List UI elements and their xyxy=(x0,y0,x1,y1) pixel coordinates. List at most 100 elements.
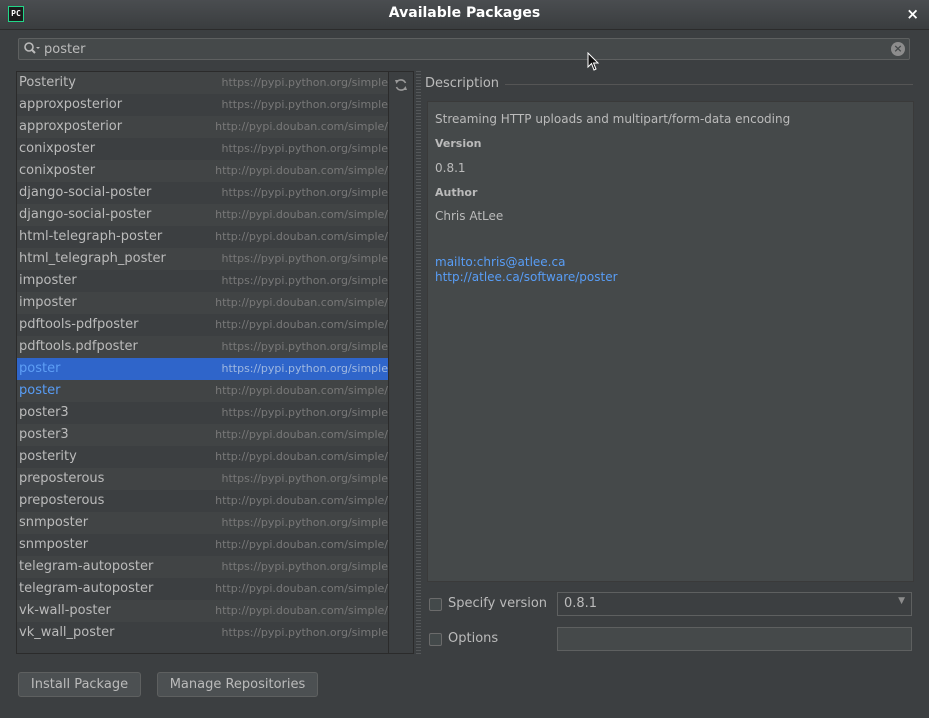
package-name: pdftools-pdfposter xyxy=(19,317,139,332)
package-repository: http://pypi.douban.com/simple/ xyxy=(215,164,388,177)
package-row[interactable]: imposter https://pypi.python.org/simple xyxy=(17,270,388,292)
description-header: Description xyxy=(425,76,500,91)
package-repository: https://pypi.python.org/simple xyxy=(221,560,389,573)
package-row[interactable]: posterity http://pypi.douban.com/simple/ xyxy=(17,446,388,468)
package-repository: http://pypi.douban.com/simple/ xyxy=(215,428,388,441)
list-toolbar xyxy=(389,71,414,654)
package-row[interactable]: telegram-autoposter http://pypi.douban.co… xyxy=(17,578,388,600)
search-icon[interactable] xyxy=(23,41,41,57)
package-row[interactable]: snmposter http://pypi.douban.com/simple/ xyxy=(17,534,388,556)
version-dropdown[interactable]: 0.8.1 ▼ xyxy=(557,592,912,616)
package-row[interactable]: imposter http://pypi.douban.com/simple/ xyxy=(17,292,388,314)
package-repository: http://pypi.douban.com/simple/ xyxy=(215,384,388,397)
package-row[interactable]: poster3 https://pypi.python.org/simple xyxy=(17,402,388,424)
package-row[interactable]: approxposterior http://pypi.douban.com/si… xyxy=(17,116,388,138)
package-repository: http://pypi.douban.com/simple/ xyxy=(215,450,388,463)
package-name: approxposterior xyxy=(19,97,123,112)
package-repository: https://pypi.python.org/simple xyxy=(221,186,389,199)
package-repository: http://pypi.douban.com/simple/ xyxy=(215,120,388,133)
package-repository: https://pypi.python.org/simple xyxy=(221,340,389,353)
package-name: poster xyxy=(19,361,61,376)
install-package-button[interactable]: Install Package xyxy=(18,672,141,697)
homepage-link[interactable]: http://atlee.ca/software/poster xyxy=(435,270,618,284)
package-row[interactable]: telegram-autoposter https://pypi.python.o… xyxy=(17,556,388,578)
title-bar: PC Available Packages × xyxy=(0,0,929,30)
options-label: Options xyxy=(448,631,499,646)
package-name: imposter xyxy=(19,295,77,310)
package-repository: https://pypi.python.org/simple xyxy=(221,362,389,375)
version-label: Version xyxy=(435,137,482,150)
package-name: conixposter xyxy=(19,163,96,178)
package-name: vk-wall-poster xyxy=(19,603,111,618)
package-row[interactable]: Posterity https://pypi.python.org/simple xyxy=(17,72,388,94)
package-summary: Streaming HTTP uploads and multipart/for… xyxy=(435,112,791,126)
version-value: 0.8.1 xyxy=(435,161,466,175)
package-row[interactable]: vk-wall-poster http://pypi.douban.com/sim… xyxy=(17,600,388,622)
options-checkbox[interactable] xyxy=(429,633,442,646)
package-name: posterity xyxy=(19,449,77,464)
package-name: snmposter xyxy=(19,515,89,530)
package-name: Posterity xyxy=(19,75,76,90)
package-row[interactable]: vk_wall_poster https://pypi.python.org/si… xyxy=(17,622,388,644)
package-repository: http://pypi.douban.com/simple/ xyxy=(215,208,388,221)
package-row[interactable]: html_telegraph_poster https://pypi.python… xyxy=(17,248,388,270)
package-repository: http://pypi.douban.com/simple/ xyxy=(215,538,388,551)
mouse-cursor-icon xyxy=(587,52,600,71)
package-row[interactable]: pdftools-pdfposter http://pypi.douban.com… xyxy=(17,314,388,336)
package-row[interactable]: conixposter http://pypi.douban.com/simple… xyxy=(17,160,388,182)
package-repository: http://pypi.douban.com/simple/ xyxy=(215,582,388,595)
package-repository: http://pypi.douban.com/simple/ xyxy=(215,230,388,243)
clear-search-icon[interactable]: × xyxy=(891,42,905,56)
package-repository: https://pypi.python.org/simple xyxy=(221,626,389,639)
package-name: pdftools.pdfposter xyxy=(19,339,138,354)
description-separator xyxy=(505,84,913,85)
package-row[interactable]: conixposter https://pypi.python.org/simpl… xyxy=(17,138,388,160)
description-panel: Streaming HTTP uploads and multipart/for… xyxy=(427,101,914,582)
package-name: snmposter xyxy=(19,537,89,552)
package-row[interactable]: html-telegraph-poster http://pypi.douban.… xyxy=(17,226,388,248)
author-label: Author xyxy=(435,186,478,199)
manage-repositories-button[interactable]: Manage Repositories xyxy=(157,672,318,697)
panel-splitter[interactable] xyxy=(416,71,421,654)
search-input[interactable] xyxy=(44,40,884,58)
package-name: django-social-poster xyxy=(19,207,152,222)
specify-version-checkbox[interactable] xyxy=(429,598,442,611)
package-row[interactable]: preposterous https://pypi.python.org/simp… xyxy=(17,468,388,490)
package-name: vk_wall_poster xyxy=(19,625,115,640)
options-input[interactable] xyxy=(557,627,912,651)
package-repository: https://pypi.python.org/simple xyxy=(221,142,389,155)
close-icon[interactable]: × xyxy=(906,5,919,23)
package-repository: https://pypi.python.org/simple xyxy=(221,406,389,419)
package-name: approxposterior xyxy=(19,119,123,134)
package-row[interactable]: poster3 http://pypi.douban.com/simple/ xyxy=(17,424,388,446)
package-search-box[interactable]: × xyxy=(18,38,910,60)
package-repository: https://pypi.python.org/simple xyxy=(221,472,389,485)
package-name: telegram-autoposter xyxy=(19,581,154,596)
email-link[interactable]: mailto:chris@atlee.ca xyxy=(435,255,565,269)
package-name: conixposter xyxy=(19,141,96,156)
package-name: telegram-autoposter xyxy=(19,559,154,574)
package-repository: https://pypi.python.org/simple xyxy=(221,98,389,111)
package-repository: http://pypi.douban.com/simple/ xyxy=(215,318,388,331)
package-name: imposter xyxy=(19,273,77,288)
package-row[interactable]: django-social-poster http://pypi.douban.c… xyxy=(17,204,388,226)
package-repository: https://pypi.python.org/simple xyxy=(221,516,389,529)
package-repository: https://pypi.python.org/simple xyxy=(221,76,389,89)
package-list[interactable]: Posterity https://pypi.python.org/simple a… xyxy=(16,71,389,654)
package-name: django-social-poster xyxy=(19,185,152,200)
package-row[interactable]: approxposterior https://pypi.python.org/s… xyxy=(17,94,388,116)
specify-version-label: Specify version xyxy=(448,596,548,611)
version-dropdown-value: 0.8.1 xyxy=(564,596,598,611)
package-repository: https://pypi.python.org/simple xyxy=(221,274,389,287)
refresh-icon[interactable] xyxy=(394,78,408,92)
package-repository: http://pypi.douban.com/simple/ xyxy=(215,296,388,309)
package-repository: http://pypi.douban.com/simple/ xyxy=(215,494,388,507)
package-row[interactable]: preposterous http://pypi.douban.com/simpl… xyxy=(17,490,388,512)
package-row[interactable]: pdftools.pdfposter https://pypi.python.or… xyxy=(17,336,388,358)
package-row[interactable]: poster http://pypi.douban.com/simple/ xyxy=(17,380,388,402)
window-title: Available Packages xyxy=(388,5,541,21)
package-name: poster3 xyxy=(19,405,69,420)
package-row[interactable]: snmposter https://pypi.python.org/simple xyxy=(17,512,388,534)
package-row[interactable]: poster https://pypi.python.org/simple xyxy=(17,358,388,380)
package-row[interactable]: django-social-poster https://pypi.python.… xyxy=(17,182,388,204)
